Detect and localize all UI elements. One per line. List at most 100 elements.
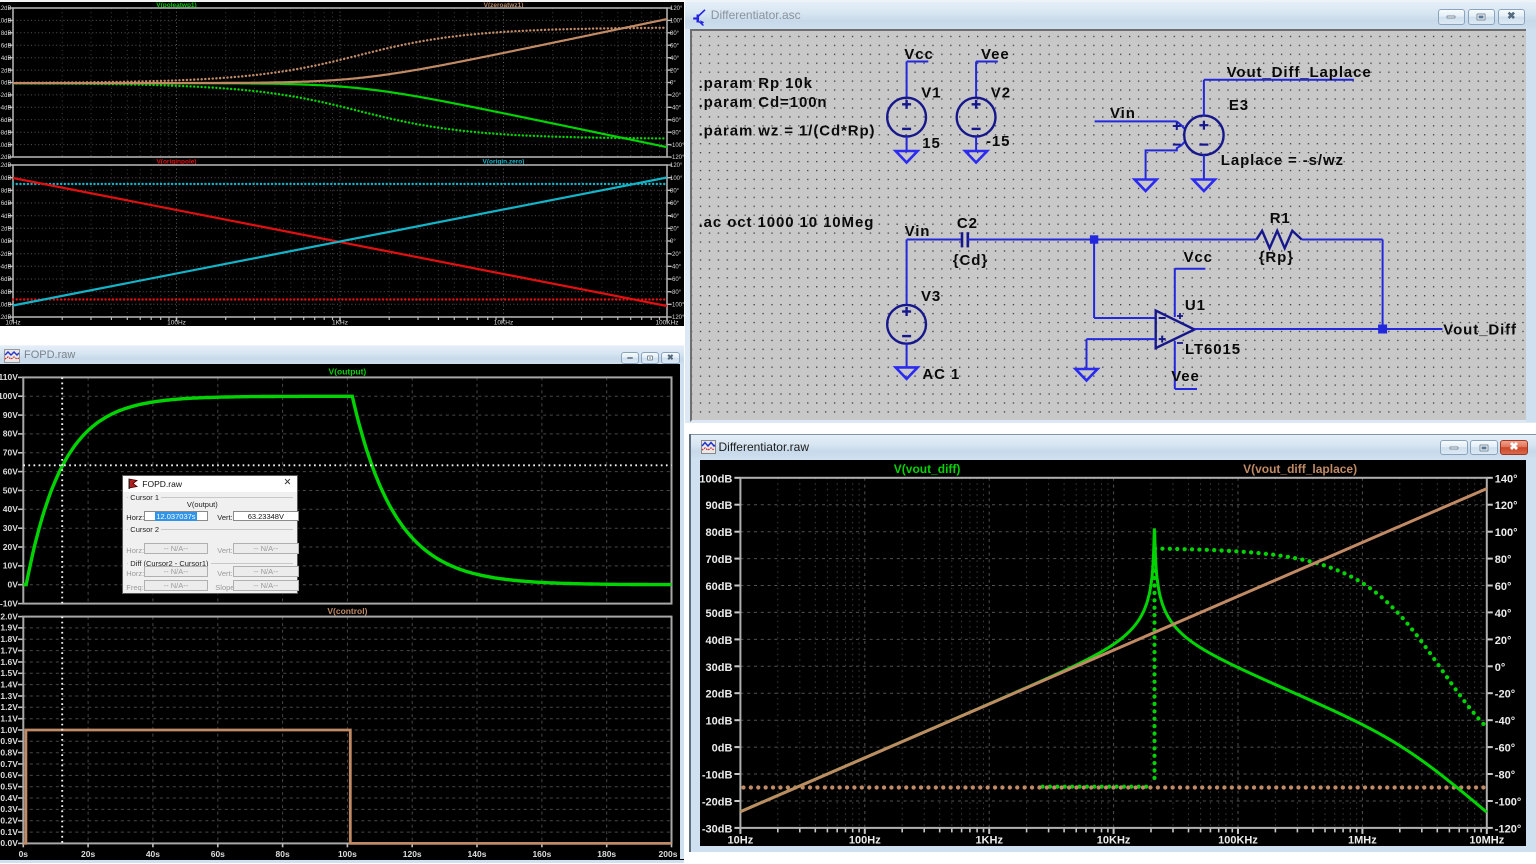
svg-text:0V: 0V (8, 580, 19, 590)
svg-text:8dB: 8dB (1, 189, 12, 195)
svg-text:90dB: 90dB (705, 500, 732, 512)
svg-text:1.9V: 1.9V (0, 623, 18, 633)
svg-text:Vin: Vin (905, 223, 931, 240)
svg-text:-100°: -100° (670, 143, 684, 149)
svg-text:90V: 90V (3, 410, 18, 420)
svg-text:100s: 100s (338, 849, 357, 859)
svg-text:-8dB: -8dB (0, 130, 12, 136)
svg-text:1.2V: 1.2V (0, 702, 18, 712)
svg-text:{Rp}: {Rp} (1259, 249, 1294, 266)
svg-text:-2dB: -2dB (0, 93, 12, 99)
svg-text:40s: 40s (146, 849, 160, 859)
svg-text:60°: 60° (1495, 581, 1512, 593)
svg-text:60dB: 60dB (705, 581, 732, 593)
svg-text:10Hz: 10Hz (728, 834, 754, 846)
svg-text:10MHz: 10MHz (1469, 834, 1504, 846)
svg-text:50dB: 50dB (705, 608, 732, 620)
svg-text:120°: 120° (1495, 500, 1518, 512)
svg-text:-20dB: -20dB (702, 797, 733, 809)
svg-text:0dB: 0dB (1, 81, 12, 87)
svg-text:1.0V: 1.0V (0, 725, 18, 735)
svg-text:1.7V: 1.7V (0, 646, 18, 656)
svg-text:180s: 180s (597, 849, 616, 859)
svg-text:12dB: 12dB (0, 163, 12, 169)
svg-text:0s: 0s (19, 849, 29, 859)
svg-text:100KHz: 100KHz (655, 320, 678, 327)
svg-text:.param Cd=100n: .param Cd=100n (699, 94, 828, 111)
svg-text:-10dB: -10dB (0, 303, 12, 309)
svg-text:.param Rp 10k: .param Rp 10k (699, 75, 813, 92)
svg-text:20°: 20° (1495, 635, 1512, 647)
svg-text:0.7V: 0.7V (0, 759, 18, 769)
svg-text:10KHz: 10KHz (494, 320, 514, 327)
svg-text:10KHz: 10KHz (1097, 834, 1131, 846)
svg-text:80V: 80V (3, 429, 18, 439)
svg-text:-15: -15 (986, 133, 1010, 150)
svg-text:20V: 20V (3, 542, 18, 552)
svg-text:10Hz: 10Hz (5, 320, 20, 327)
svg-text:-60°: -60° (670, 118, 682, 124)
svg-text:140°: 140° (1495, 473, 1518, 485)
svg-text:200s: 200s (659, 849, 678, 859)
svg-text:0.1V: 0.1V (0, 827, 18, 837)
svg-text:0.3V: 0.3V (0, 804, 18, 814)
svg-text:0°: 0° (1495, 662, 1506, 674)
svg-text:6dB: 6dB (1, 201, 12, 207)
svg-text:50V: 50V (3, 485, 18, 495)
svg-text:-60°: -60° (670, 277, 682, 283)
svg-text:4dB: 4dB (1, 214, 12, 220)
svg-text:160s: 160s (532, 849, 551, 859)
svg-text:-100°: -100° (1495, 797, 1521, 809)
svg-text:.param wz = 1/(Cd*Rp): .param wz = 1/(Cd*Rp) (699, 123, 876, 140)
svg-text:8dB: 8dB (1, 31, 12, 37)
svg-text:LT6015: LT6015 (1185, 341, 1241, 358)
svg-text:-20°: -20° (670, 252, 682, 258)
svg-text:1.1V: 1.1V (0, 714, 18, 724)
svg-text:Vcc: Vcc (904, 46, 933, 63)
svg-text:-80°: -80° (670, 130, 682, 136)
svg-text:100V: 100V (0, 391, 18, 401)
svg-text:AC 1: AC 1 (922, 366, 960, 383)
svg-text:100Hz: 100Hz (167, 320, 186, 327)
svg-text:60s: 60s (211, 849, 225, 859)
svg-text:-2dB: -2dB (0, 252, 12, 258)
svg-text:V3: V3 (921, 288, 941, 305)
svg-text:1MHz: 1MHz (1348, 834, 1377, 846)
svg-text:10dB: 10dB (705, 716, 732, 728)
svg-text:-120°: -120° (670, 155, 684, 161)
svg-text:{Cd}: {Cd} (953, 252, 988, 269)
svg-text:.ac oct 1000 10 10Meg: .ac oct 1000 10 10Meg (699, 214, 875, 231)
svg-text:70dB: 70dB (705, 554, 732, 566)
svg-text:Vout_Diff_Laplace: Vout_Diff_Laplace (1227, 64, 1372, 81)
svg-text:1KHz: 1KHz (332, 320, 348, 327)
svg-text:0dB: 0dB (1, 239, 12, 245)
svg-text:V(control): V(control) (327, 606, 367, 616)
svg-text:-10dB: -10dB (0, 143, 12, 149)
svg-text:40°: 40° (670, 56, 680, 62)
svg-text:12dB: 12dB (0, 6, 12, 12)
svg-text:2.0V: 2.0V (0, 612, 18, 622)
svg-text:10dB: 10dB (0, 176, 12, 182)
svg-text:-12dB: -12dB (0, 155, 12, 161)
svg-text:-60°: -60° (1495, 743, 1515, 755)
svg-text:120°: 120° (670, 6, 683, 12)
svg-text:-10dB: -10dB (702, 770, 733, 782)
svg-text:Laplace = -s/wz: Laplace = -s/wz (1221, 152, 1344, 169)
svg-text:V(vout_diff): V(vout_diff) (894, 462, 961, 476)
svg-text:0.4V: 0.4V (0, 793, 18, 803)
svg-text:120s: 120s (403, 849, 422, 859)
svg-text:2dB: 2dB (1, 68, 12, 74)
svg-text:40dB: 40dB (705, 635, 732, 647)
svg-text:2dB: 2dB (1, 227, 12, 233)
svg-text:1.3V: 1.3V (0, 691, 18, 701)
svg-text:-40°: -40° (670, 106, 682, 112)
svg-text:80s: 80s (276, 849, 290, 859)
svg-text:1.5V: 1.5V (0, 668, 18, 678)
svg-text:100KHz: 100KHz (1218, 834, 1258, 846)
svg-text:-40°: -40° (670, 265, 682, 271)
svg-text:0.5V: 0.5V (0, 782, 18, 792)
svg-text:30dB: 30dB (705, 662, 732, 674)
svg-text:20dB: 20dB (705, 689, 732, 701)
svg-text:Vee: Vee (981, 46, 1010, 63)
svg-text:100Hz: 100Hz (849, 834, 881, 846)
